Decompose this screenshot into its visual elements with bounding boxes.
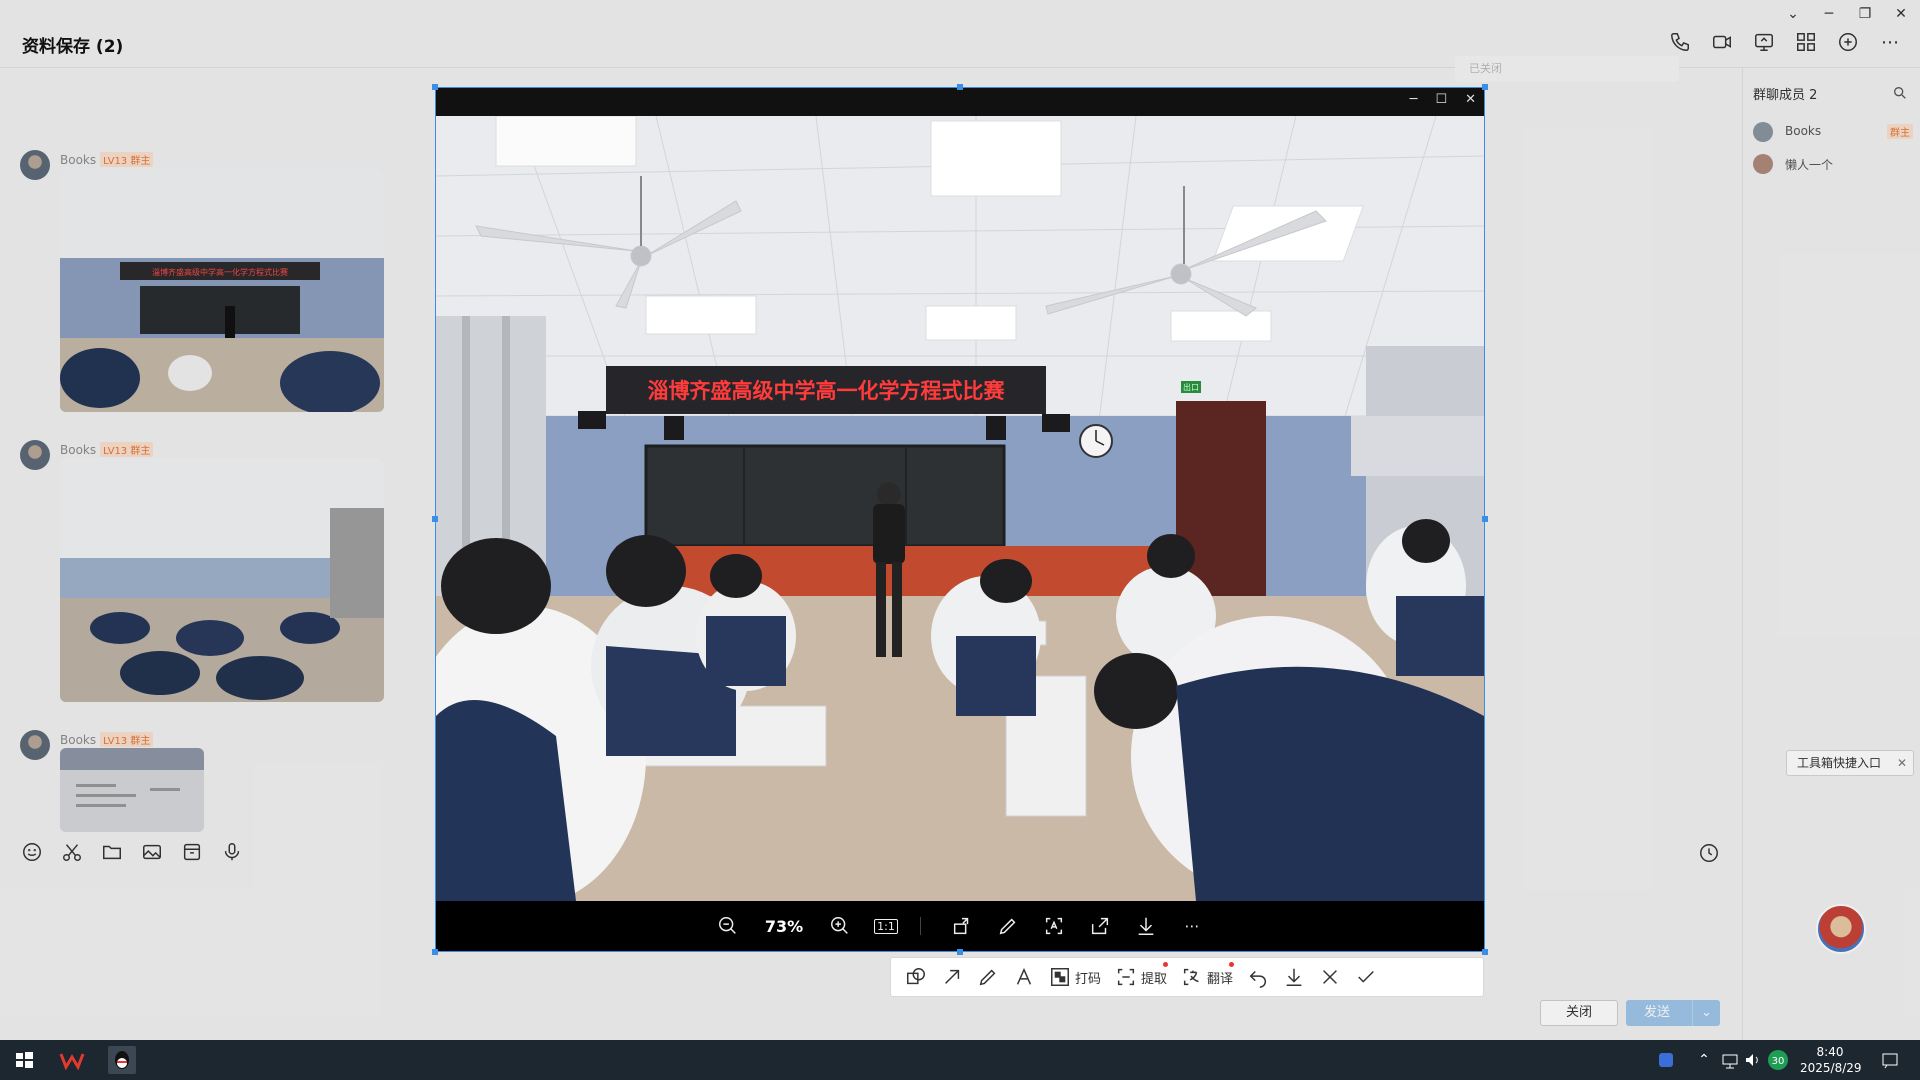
selection-handle[interactable] <box>1482 949 1488 955</box>
translate-tool[interactable]: 翻译 <box>1181 962 1235 988</box>
clock-date: 2025/8/29 <box>1800 1061 1862 1075</box>
selection-handle[interactable] <box>957 949 963 955</box>
rotate-icon[interactable] <box>950 914 974 938</box>
edit-pencil-icon[interactable] <box>996 914 1020 938</box>
mosaic-tool[interactable]: 打码 <box>1049 966 1101 988</box>
share-icon[interactable] <box>1088 914 1112 938</box>
notification-dot <box>1163 962 1169 967</box>
selection-handle[interactable] <box>432 949 438 955</box>
selection-handle[interactable] <box>1482 84 1488 90</box>
chevron-up-icon[interactable]: ⌃ <box>1690 1046 1718 1074</box>
translate-label: 翻译 <box>1207 971 1234 987</box>
wps-office-icon[interactable] <box>58 1046 86 1074</box>
toolbar-divider <box>920 917 928 935</box>
confirm-check-icon[interactable] <box>1355 966 1377 988</box>
screenshot-toolbar: 打码 提取 翻译 <box>890 957 1484 997</box>
actual-size-label: 1:1 <box>874 918 898 934</box>
pen-tool-icon[interactable] <box>977 966 999 988</box>
viewer-window-controls: ─ ☐ ✕ <box>1410 92 1476 107</box>
exit-sign-text: 出口 <box>1183 382 1199 392</box>
arrow-tool-icon[interactable] <box>941 966 963 988</box>
taskbar-clock[interactable]: 8:40 2025/8/29 <box>1800 1044 1862 1076</box>
zoom-level: 73% <box>764 916 804 936</box>
led-banner-text: 淄博齐盛高级中学高一化学方程式比赛 <box>648 379 1006 403</box>
download-icon[interactable] <box>1134 914 1158 938</box>
minimize-button[interactable]: ─ <box>1410 92 1418 107</box>
text-recognition-icon[interactable] <box>1042 914 1066 938</box>
image-viewer-window: ─ ☐ ✕ 出口 淄博齐盛高级中学高一化学方程式比赛 73% 1:1 ⋯ <box>432 84 1488 955</box>
security-badge-icon[interactable]: 30 <box>1764 1046 1792 1074</box>
notification-center-icon[interactable] <box>1876 1046 1904 1074</box>
selection-handle[interactable] <box>1482 516 1488 522</box>
notification-dot <box>1229 962 1235 967</box>
viewer-titlebar: ─ ☐ ✕ <box>436 88 1484 116</box>
selection-handle[interactable] <box>432 516 438 522</box>
taskbar: ⌃ 30 8:40 2025/8/29 <box>0 1040 1920 1080</box>
viewer-photo[interactable]: 出口 淄博齐盛高级中学高一化学方程式比赛 <box>436 116 1484 901</box>
more-icon[interactable]: ⋯ <box>1180 914 1204 938</box>
shape-tool-icon[interactable] <box>905 966 927 988</box>
zoom-out-icon[interactable] <box>716 914 740 938</box>
viewer-toolbar: 73% 1:1 ⋯ <box>436 901 1484 951</box>
text-tool-icon[interactable] <box>1013 966 1035 988</box>
zoom-in-icon[interactable] <box>828 914 852 938</box>
maximize-button[interactable]: ☐ <box>1435 92 1447 107</box>
actual-size-button[interactable]: 1:1 <box>874 914 898 938</box>
undo-icon[interactable] <box>1247 966 1269 988</box>
mosaic-label: 打码 <box>1075 971 1102 987</box>
windows-start-icon[interactable] <box>10 1046 38 1074</box>
selection-handle[interactable] <box>957 84 963 90</box>
close-button[interactable]: ✕ <box>1465 92 1476 107</box>
volume-icon[interactable] <box>1738 1046 1766 1074</box>
extract-tool[interactable]: 提取 <box>1115 962 1169 988</box>
cancel-icon[interactable] <box>1319 966 1341 988</box>
tray-app-icon[interactable] <box>1652 1046 1680 1074</box>
selection-handle[interactable] <box>432 84 438 90</box>
badge-count: 30 <box>1772 1056 1785 1067</box>
save-download-icon[interactable] <box>1283 966 1305 988</box>
extract-label: 提取 <box>1141 971 1168 987</box>
qq-app-icon[interactable] <box>108 1046 136 1074</box>
clock-time: 8:40 <box>1816 1045 1844 1059</box>
